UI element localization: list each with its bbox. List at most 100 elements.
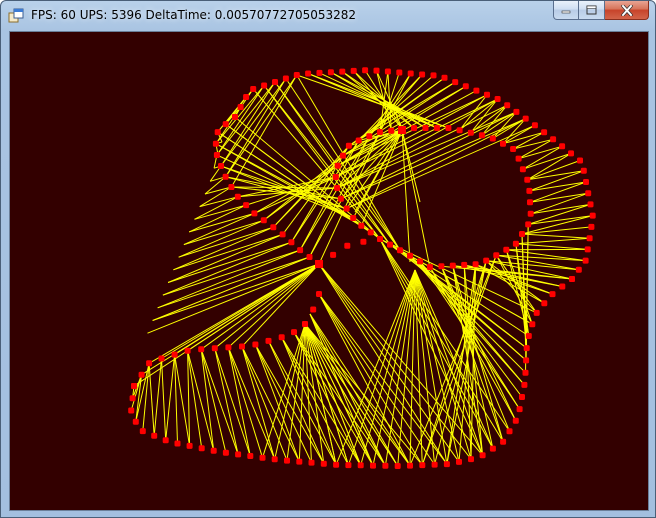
mesh-vertex	[296, 458, 303, 465]
mesh-edge	[414, 269, 448, 465]
mesh-vertex	[213, 152, 220, 158]
mesh-vertex	[504, 102, 511, 109]
mesh-edge	[200, 349, 215, 451]
mesh-edge	[518, 138, 554, 160]
mesh-vertex	[529, 321, 536, 328]
mesh-vertex	[549, 291, 556, 298]
mesh-vertex	[512, 417, 519, 424]
mesh-vertex	[587, 201, 594, 208]
mesh-vertex	[297, 247, 304, 254]
mesh-vertex	[350, 215, 357, 221]
mesh-vertex	[523, 345, 530, 352]
mesh-edge	[335, 94, 488, 178]
mesh-edge	[528, 203, 591, 225]
mesh-vertex	[426, 264, 433, 270]
mesh-vertex	[419, 71, 426, 78]
mesh-vertex	[376, 129, 383, 135]
mesh-vertex	[339, 68, 346, 75]
mesh-vertex	[559, 283, 566, 290]
mesh-vertex	[232, 114, 238, 120]
mesh-vertex	[449, 262, 456, 269]
mesh-vertex	[525, 221, 532, 228]
mesh-vertex	[337, 195, 344, 202]
mesh-vertex	[129, 395, 136, 402]
mesh-vertex	[461, 261, 468, 268]
mesh-edge	[318, 293, 411, 466]
mesh-edge	[147, 263, 320, 334]
mesh-vertex	[575, 266, 582, 273]
mesh-vertex	[198, 346, 205, 353]
mesh-vertex	[585, 190, 592, 197]
close-button[interactable]	[605, 1, 649, 20]
mesh-vertex	[467, 129, 474, 136]
mesh-vertex	[472, 261, 479, 268]
mesh-edge	[527, 170, 584, 181]
mesh-vertex	[519, 394, 525, 400]
mesh-vertex	[260, 217, 267, 224]
mesh-vertex-highlight	[398, 126, 406, 134]
mesh-vertex	[483, 257, 490, 264]
mesh-vertex	[284, 457, 290, 464]
render-canvas[interactable]	[9, 31, 649, 511]
minimize-button[interactable]	[553, 1, 579, 20]
mesh-vertex	[384, 68, 391, 75]
mesh-vertex	[513, 108, 520, 115]
mesh-edge	[529, 192, 589, 203]
mesh-vertex	[345, 142, 352, 149]
mesh-vertex	[128, 407, 135, 414]
mesh-edge	[187, 350, 215, 451]
mesh-edge	[268, 340, 337, 465]
mesh-edge	[512, 138, 554, 150]
mesh-vertex	[343, 205, 350, 212]
maximize-button[interactable]	[579, 1, 605, 20]
mesh-edge	[521, 226, 592, 235]
mesh-vertex	[588, 223, 595, 230]
mesh-edge	[515, 243, 588, 250]
mesh-vertex	[500, 438, 507, 445]
mesh-vertex	[306, 254, 313, 260]
mesh-vertex	[158, 355, 165, 362]
mesh-vertex	[526, 187, 533, 194]
mesh-vertex	[522, 369, 529, 376]
mesh-vertex	[500, 140, 506, 147]
mesh-vertex	[362, 67, 369, 74]
maximize-icon	[586, 5, 597, 15]
mesh-vertex	[214, 129, 221, 136]
mesh-edge	[252, 88, 381, 240]
mesh-vertex	[452, 79, 459, 86]
mesh-vertex	[237, 104, 244, 110]
title-bar[interactable]: FPS: 60 UPS: 5396 DeltaTime: 0.005707727…	[1, 1, 655, 31]
mesh-vertex	[527, 199, 533, 206]
mesh-vertex	[345, 462, 352, 469]
mesh-edge	[530, 203, 591, 215]
mesh-vertex	[430, 72, 437, 79]
mesh-edge	[199, 196, 238, 208]
mesh-vertex	[250, 86, 257, 92]
mesh-vertex	[510, 146, 517, 152]
mesh-vertex	[186, 442, 193, 449]
mesh-edge	[167, 241, 292, 283]
mesh-vertex	[131, 383, 137, 389]
mesh-vertex	[568, 150, 574, 157]
mesh-vertex	[234, 193, 241, 200]
mesh-edge	[194, 196, 239, 220]
mesh-vertex	[222, 121, 229, 128]
mesh-vertex	[484, 91, 490, 98]
mesh-vertex	[503, 246, 510, 253]
mesh-vertex	[132, 418, 139, 425]
mesh-edge	[178, 219, 264, 258]
caption-buttons	[553, 1, 649, 21]
mesh-vertex	[445, 125, 452, 131]
mesh-vertex	[235, 451, 242, 458]
mesh-vertex	[586, 235, 593, 242]
mesh-vertex	[531, 122, 538, 129]
mesh-edge	[502, 131, 545, 145]
mesh-vertex	[272, 79, 278, 85]
mesh-vertex	[519, 166, 526, 173]
mesh-vertex	[541, 300, 548, 307]
app-icon[interactable]	[8, 8, 24, 24]
mesh-vertex	[334, 185, 341, 191]
mesh-vertex	[527, 210, 534, 217]
mesh-vertex	[279, 231, 286, 238]
mesh-vertex	[320, 460, 327, 467]
